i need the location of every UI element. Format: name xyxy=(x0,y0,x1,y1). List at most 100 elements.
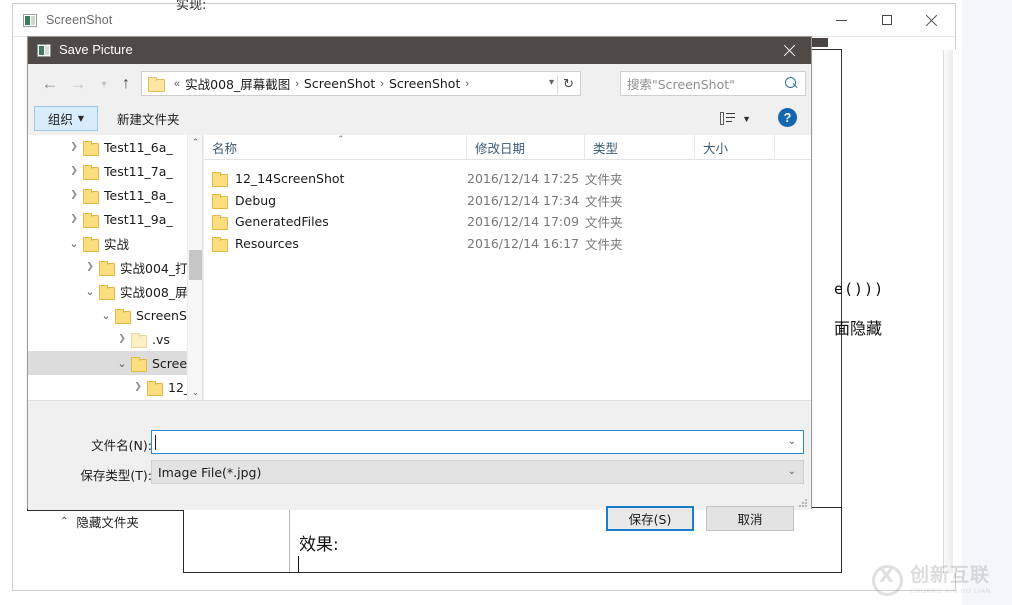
screen-root: ScreenShot e())) 面隐藏 效果: 实现: Save Pictur… xyxy=(0,0,1012,605)
background-window-title: ScreenShot xyxy=(46,13,113,27)
file-list-pane: 名称 ⌃ 修改日期 类型 大小 12_14ScreenShot 2016/12/… xyxy=(204,134,811,400)
column-header-label: 类型 xyxy=(593,140,619,156)
tree-item[interactable]: ❯ 12_14 xyxy=(28,375,202,399)
tree-item[interactable]: ⌄ 实战008_屏 xyxy=(28,279,202,303)
chevron-down-icon[interactable]: ▾ xyxy=(549,77,554,88)
folder-icon xyxy=(212,236,228,252)
document-scrollbar[interactable] xyxy=(943,50,953,573)
forward-button[interactable]: → xyxy=(66,72,90,96)
search-input[interactable]: 搜索"ScreenShot" xyxy=(620,71,806,96)
column-header-date[interactable]: 修改日期 xyxy=(467,134,585,160)
column-header-name[interactable]: 名称 ⌃ xyxy=(204,134,467,160)
resize-grip[interactable] xyxy=(799,499,808,508)
file-row[interactable]: 12_14ScreenShot 2016/12/14 17:25 文件夹 xyxy=(204,168,811,190)
maximize-button[interactable] xyxy=(864,4,909,36)
tree-item-label: 实战 xyxy=(104,236,130,252)
hide-folders-label: 隐藏文件夹 xyxy=(76,515,139,530)
filetype-select[interactable]: Image File(*.jpg) ⌄ xyxy=(151,460,804,484)
file-row[interactable]: Resources 2016/12/14 16:17 文件夹 xyxy=(204,233,811,255)
chevron-right-icon[interactable]: ❯ xyxy=(82,262,98,272)
folder-icon xyxy=(148,77,165,92)
dialog-close-button[interactable] xyxy=(767,37,811,64)
help-button[interactable]: ? xyxy=(778,108,797,127)
watermark-text: 创新互联 CHUANG XIN HU LIAN xyxy=(910,565,991,595)
folder-icon xyxy=(82,236,99,252)
chevron-right-icon[interactable]: ❯ xyxy=(66,214,82,224)
folder-icon xyxy=(212,193,228,209)
file-name-cell: 12_14ScreenShot xyxy=(204,171,467,188)
change-view-button[interactable]: ▼ xyxy=(720,107,751,130)
chevron-down-icon[interactable]: ⌄ xyxy=(82,286,98,297)
folder-icon xyxy=(114,308,131,324)
tree-item-label: Test11_7a_ xyxy=(104,163,173,179)
column-header-label: 修改日期 xyxy=(475,140,526,156)
file-name-cell: Debug xyxy=(204,192,467,209)
chevron-right-icon[interactable]: ❯ xyxy=(66,190,82,200)
recent-locations-button[interactable]: ▾ xyxy=(92,72,116,96)
breadcrumb-item-2[interactable]: ScreenShot xyxy=(389,76,460,91)
dialog-form-area: 文件名(N): ⌄ 保存类型(T): Image File(*.jpg) ⌄ ⌃… xyxy=(28,400,811,531)
scroll-down-icon[interactable]: ⌄ xyxy=(188,385,202,400)
cancel-button[interactable]: 取消 xyxy=(706,506,794,531)
new-folder-button[interactable]: 新建文件夹 xyxy=(111,106,186,131)
tree-item[interactable]: ❯ Test11_9a_ xyxy=(28,207,202,231)
chevron-down-icon[interactable]: ⌄ xyxy=(98,310,114,321)
file-row[interactable]: GeneratedFiles 2016/12/14 17:09 文件夹 xyxy=(204,211,811,233)
tree-item[interactable]: ❯ 实战004_打 xyxy=(28,255,202,279)
scrollbar-thumb[interactable] xyxy=(189,250,202,280)
navigation-tree[interactable]: ❯ Test11_6a_ ❯ Test11_7a_ ❯ Test11_8a_ ❯ xyxy=(28,135,203,400)
breadcrumb-separator: › xyxy=(380,77,384,90)
chevron-right-icon[interactable]: ❯ xyxy=(66,166,82,176)
chevron-down-icon: ▼ xyxy=(742,113,751,124)
column-header-label: 大小 xyxy=(703,140,729,156)
chevron-down-icon[interactable]: ⌄ xyxy=(788,436,796,447)
tree-item[interactable]: ❯ Test11_7a_ xyxy=(28,159,202,183)
address-divider xyxy=(557,75,558,94)
chevron-right-icon[interactable]: ❯ xyxy=(66,142,82,152)
chevron-down-icon[interactable]: ⌄ xyxy=(66,238,82,249)
content-panes: ❯ Test11_6a_ ❯ Test11_7a_ ❯ Test11_8a_ ❯ xyxy=(28,134,811,400)
file-name: Debug xyxy=(235,192,277,208)
hide-folders-toggle[interactable]: ⌃ 隐藏文件夹 xyxy=(60,512,139,531)
tree-item[interactable]: ⌄ ScreenS xyxy=(28,303,202,327)
breadcrumb-prefix: « xyxy=(174,77,181,90)
chevron-right-icon[interactable]: ❯ xyxy=(130,382,146,392)
command-bar: 组织 ▼ 新建文件夹 ▼ ? xyxy=(28,102,811,135)
filetype-label: 保存类型(T): xyxy=(80,468,152,483)
back-button[interactable]: ← xyxy=(38,72,62,96)
tree-item[interactable]: ❯ Test11_8a_ xyxy=(28,183,202,207)
chevron-down-icon[interactable]: ⌄ xyxy=(788,466,796,477)
tree-item-label: 实战004_打 xyxy=(120,260,188,276)
document-scroll-gutter xyxy=(954,50,962,573)
folder-icon xyxy=(146,380,163,396)
tree-item[interactable]: ❯ .vs xyxy=(28,327,202,351)
column-header-label: 名称 xyxy=(212,140,238,156)
filename-input[interactable]: ⌄ xyxy=(151,430,804,454)
app-icon xyxy=(23,14,37,27)
refresh-icon[interactable]: ↻ xyxy=(563,76,574,92)
save-button[interactable]: 保存(S) xyxy=(606,506,694,531)
tree-scrollbar[interactable]: ⌃ ⌄ xyxy=(187,135,202,400)
close-button[interactable] xyxy=(909,4,954,36)
scroll-up-icon[interactable]: ⌃ xyxy=(188,135,202,150)
chevron-right-icon[interactable]: ❯ xyxy=(114,334,130,344)
address-bar[interactable]: « 实战008_屏幕截图 › ScreenShot › ScreenShot ›… xyxy=(141,71,581,96)
tree-item[interactable]: ⌄ 实战 xyxy=(28,231,202,255)
up-button[interactable]: ↑ xyxy=(114,72,138,96)
search-icon[interactable] xyxy=(785,77,798,90)
folder-icon xyxy=(82,140,99,156)
breadcrumb-item-1[interactable]: ScreenShot xyxy=(304,76,375,91)
file-row[interactable]: Debug 2016/12/14 17:34 文件夹 xyxy=(204,190,811,212)
file-name-cell: Resources xyxy=(204,236,467,252)
minimize-button[interactable] xyxy=(819,4,864,36)
file-date: 2016/12/14 17:25 xyxy=(467,171,580,187)
chevron-down-icon[interactable]: ⌄ xyxy=(114,358,130,369)
breadcrumb-separator: › xyxy=(295,77,299,90)
tree-item-label: Test11_8a_ xyxy=(104,187,173,203)
tree-item[interactable]: ❯ Test11_6a_ xyxy=(28,135,202,159)
column-header-type[interactable]: 类型 xyxy=(585,134,695,160)
organize-button[interactable]: 组织 ▼ xyxy=(34,106,98,131)
breadcrumb-item-0[interactable]: 实战008_屏幕截图 xyxy=(185,74,290,93)
column-header-size[interactable]: 大小 xyxy=(695,134,775,160)
tree-item-selected[interactable]: ⌄ Screen xyxy=(28,351,202,375)
